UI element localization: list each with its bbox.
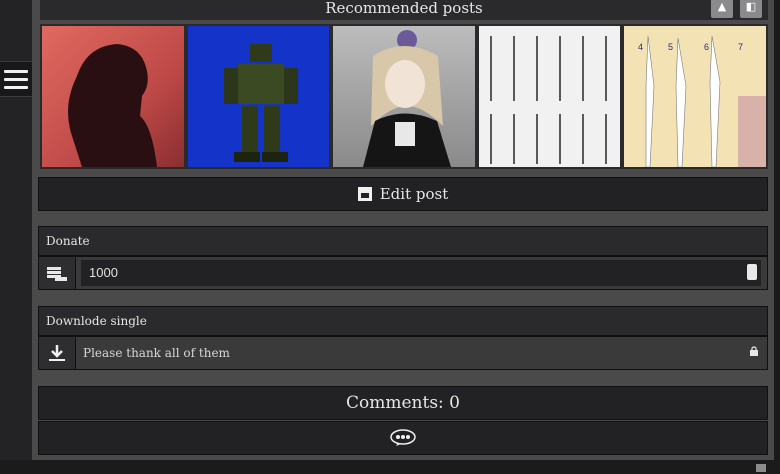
polearm-number-label: 6 xyxy=(704,42,709,52)
recommended-title: Recommended posts xyxy=(325,0,483,17)
bottom-bar xyxy=(0,460,780,474)
coins-icon xyxy=(39,257,76,289)
edit-post-button[interactable]: Edit post xyxy=(38,177,768,211)
thumb-gothic-girl[interactable] xyxy=(333,26,475,167)
donate-header: Donate xyxy=(38,226,768,256)
flame-button[interactable]: ▲ xyxy=(711,0,733,18)
thumb-swords[interactable] xyxy=(478,26,621,167)
download-header: Downlode single xyxy=(38,306,768,336)
lock-icon xyxy=(750,346,758,356)
donate-amount-input[interactable]: 1000 xyxy=(81,260,761,286)
download-row[interactable]: Please thank all of them xyxy=(38,336,768,370)
donate-amount-value: 1000 xyxy=(89,265,118,280)
robot-image xyxy=(223,44,298,162)
comment-bubble-icon xyxy=(390,429,416,446)
thumb-polearms[interactable]: 4 5 6 7 xyxy=(624,26,766,167)
menu-line xyxy=(4,69,28,73)
hamburger-menu-button[interactable] xyxy=(0,61,32,97)
menu-line xyxy=(4,77,28,81)
polearm-number-label: 4 xyxy=(638,42,643,52)
comments-count: Comments: 0 xyxy=(38,386,768,420)
silhouette-image xyxy=(68,44,157,167)
polearms-image: 4 5 6 7 xyxy=(638,35,766,167)
swords-image xyxy=(489,36,607,164)
polearm-number-label: 5 xyxy=(668,42,673,52)
donate-row: 1000 xyxy=(38,256,768,290)
download-note: Please thank all of them xyxy=(83,346,230,360)
toggle-view-button[interactable]: ◧ xyxy=(740,0,762,18)
menu-line xyxy=(4,85,28,89)
comments-label: Comments: 0 xyxy=(346,393,460,413)
download-arrow-icon xyxy=(39,337,76,369)
recommended-header: Recommended posts ▲ ◧ xyxy=(40,0,768,20)
bottom-square xyxy=(756,464,766,472)
toggle-icon: ◧ xyxy=(745,0,757,13)
polearm-number-label: 7 xyxy=(738,42,743,52)
thumb-silhouette[interactable] xyxy=(42,26,184,167)
thumb-robot[interactable] xyxy=(187,26,330,167)
edit-post-label: Edit post xyxy=(379,185,449,203)
gothic-girl-image xyxy=(363,30,452,167)
donate-title: Donate xyxy=(46,234,90,248)
left-rail xyxy=(0,0,32,474)
download-box-icon xyxy=(357,187,372,201)
recommended-thumbnails: 4 5 6 7 xyxy=(40,24,768,169)
flame-icon: ▲ xyxy=(717,0,727,13)
right-strip xyxy=(774,0,780,474)
download-title: Downlode single xyxy=(46,314,147,328)
add-comment-button[interactable] xyxy=(38,421,768,455)
post-panel: Recommended posts ▲ ◧ 4 5 6 7 Edit post … xyxy=(32,0,774,474)
number-spinner[interactable] xyxy=(747,264,757,280)
